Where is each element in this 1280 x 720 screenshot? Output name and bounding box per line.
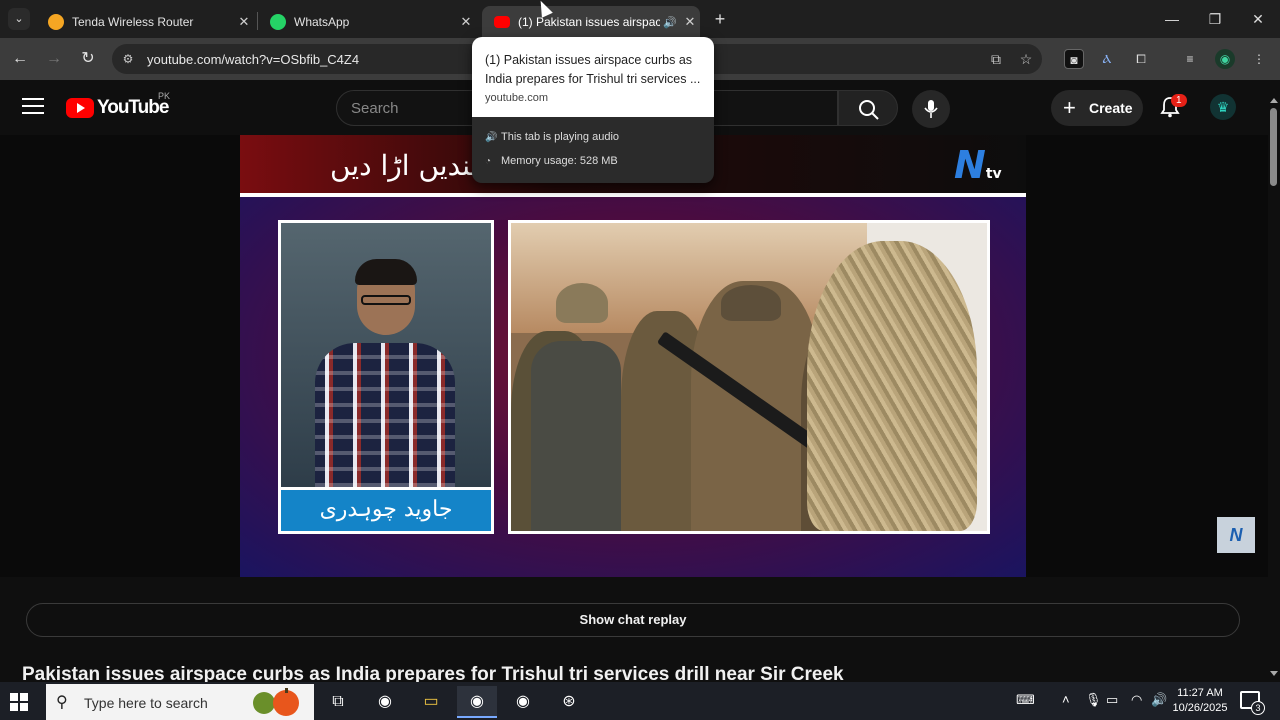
notification-count-badge: 3 — [1251, 701, 1265, 715]
taskbar-search-placeholder: Type here to search — [84, 695, 208, 711]
profile-avatar-icon[interactable]: ◉ — [1215, 49, 1235, 69]
reload-button[interactable]: ↻ — [76, 47, 100, 71]
hover-card-title: (1) Pakistan issues airspace curbs as In… — [485, 53, 701, 86]
chrome-active-taskbar-icon[interactable]: ◉ — [457, 686, 497, 718]
video-frame[interactable]: پاک بحریہ ... سندیں اڑا دیں Ntv جاوید چو… — [240, 135, 1026, 577]
channel-logo: Ntv — [954, 143, 1002, 187]
memory-usage-row: ◔ Memory usage: 528 MB — [485, 155, 618, 167]
volume-icon[interactable]: 🔊 — [1151, 692, 1167, 708]
country-code: PK — [158, 91, 171, 101]
news-photo — [508, 220, 990, 534]
minimize-button[interactable]: — — [1152, 6, 1192, 32]
tab-title: Tenda Wireless Router — [72, 15, 194, 29]
keyboard-icon[interactable]: ⌨ — [1016, 692, 1035, 708]
checked-shirt — [315, 343, 455, 503]
menu-icon[interactable] — [22, 98, 44, 116]
tab-hover-card: (1) Pakistan issues airspace curbs as In… — [472, 37, 714, 183]
anchor-panel: جاوید چوہدری — [278, 220, 494, 534]
wifi-icon[interactable]: ◠ — [1131, 692, 1142, 708]
tab-whatsapp[interactable]: WhatsApp ✕ — [258, 6, 476, 38]
channel-logo-letter: N — [954, 143, 986, 187]
notification-badge: 1 — [1171, 94, 1187, 107]
scroll-down-arrow[interactable] — [1270, 671, 1278, 676]
site-info-icon[interactable]: ⚙ — [120, 51, 136, 67]
extensions-puzzle-icon[interactable]: ⧠ — [1131, 49, 1151, 69]
search-placeholder: Search — [351, 100, 399, 117]
tenda-icon — [48, 14, 64, 30]
create-label: Create — [1089, 100, 1133, 116]
hover-card-domain: youtube.com — [485, 92, 548, 104]
search-icon — [859, 100, 879, 120]
ghillie-suit-figure — [807, 241, 977, 531]
plus-icon: + — [1063, 95, 1076, 120]
anchor-hair — [355, 259, 417, 285]
microphone-icon — [924, 100, 938, 118]
battery-icon[interactable]: ▭ — [1106, 692, 1118, 708]
windows-taskbar: ⚲ Type here to search ⧉ ◉ ▭ ◉ ◉ ⊛ ⌨ ˄ 🎙 … — [0, 682, 1280, 720]
whatsapp-icon — [270, 14, 286, 30]
video-player[interactable]: پاک بحریہ ... سندیں اڑا دیں Ntv جاوید چو… — [0, 135, 1268, 577]
channel-logo-suffix: tv — [985, 166, 1002, 182]
voice-search-button[interactable] — [912, 90, 950, 128]
youtube-logo[interactable]: YouTube PK — [66, 91, 170, 119]
memory-gauge-icon: ◔ — [485, 156, 492, 167]
close-tab-icon[interactable]: ✕ — [456, 14, 476, 30]
file-explorer-icon[interactable]: ▭ — [411, 686, 451, 718]
chrome-profile-taskbar-icon[interactable]: ◉ — [503, 686, 543, 718]
helmet — [721, 285, 781, 321]
tab-title: (1) Pakistan issues airspace — [518, 15, 660, 29]
anchor-figure — [315, 259, 455, 503]
close-tab-icon[interactable]: ✕ — [680, 14, 700, 30]
app-taskbar-icon[interactable]: ⊛ — [549, 686, 589, 718]
extension-a-icon[interactable]: Ⲁ — [1097, 49, 1117, 69]
cap — [556, 283, 608, 323]
anchor-name-caption: جاوید چوہدری — [281, 487, 491, 531]
tab-youtube[interactable]: (1) Pakistan issues airspace 🔊 ✕ — [482, 6, 700, 38]
audio-status-text: This tab is playing audio — [501, 131, 620, 143]
task-view-icon[interactable]: ⧉ — [318, 686, 358, 718]
search-highlight-fruit-icon — [253, 688, 299, 716]
chrome-taskbar-icon[interactable]: ◉ — [365, 686, 405, 718]
memory-usage-text: Memory usage: 528 MB — [501, 155, 618, 167]
scroll-up-arrow[interactable] — [1270, 98, 1278, 103]
microphone-tray-icon[interactable]: 🎙 — [1085, 692, 1102, 708]
maximize-button[interactable]: ❐ — [1195, 6, 1235, 32]
back-button[interactable]: ← — [8, 47, 32, 71]
new-tab-button[interactable]: + — [708, 8, 732, 32]
show-chat-replay-button[interactable]: Show chat replay — [26, 603, 1240, 637]
show-hidden-icons-icon[interactable]: ˄ — [1062, 692, 1070, 707]
tab-search-button[interactable]: ⌄ — [8, 8, 30, 30]
clock-time: 11:27 AM — [1177, 687, 1223, 699]
tab-title: WhatsApp — [294, 15, 350, 29]
search-button[interactable] — [838, 90, 898, 126]
search-icon: ⚲ — [56, 694, 68, 711]
speaker-icon[interactable]: 🔊 — [660, 16, 680, 29]
official-figure — [531, 341, 621, 531]
bookmark-star-icon[interactable]: ☆ — [1017, 50, 1035, 68]
taskbar-search-input[interactable]: ⚲ Type here to search — [46, 684, 314, 720]
windows-start-icon[interactable] — [10, 693, 28, 711]
url-text[interactable]: youtube.com/watch?v=OSbfib_C4Z4 — [147, 52, 359, 67]
scrollbar-thumb[interactable] — [1270, 108, 1277, 186]
speaker-icon: 🔊 — [485, 132, 498, 143]
channel-watermark[interactable]: N — [1217, 517, 1255, 553]
chrome-menu-icon[interactable]: ⋮ — [1249, 49, 1269, 69]
clock-date: 10/26/2025 — [1172, 702, 1228, 714]
close-window-button[interactable]: ✕ — [1238, 6, 1278, 32]
create-button[interactable]: + Create — [1051, 90, 1143, 126]
youtube-play-icon — [66, 98, 94, 118]
glasses — [361, 295, 411, 305]
forward-button[interactable]: → — [42, 47, 66, 71]
youtube-icon — [494, 16, 510, 28]
tab-tenda[interactable]: Tenda Wireless Router ✕ — [36, 6, 254, 38]
media-controls-icon[interactable]: ≡ — [1180, 49, 1200, 69]
account-avatar[interactable]: ♛ — [1210, 94, 1236, 120]
tab-strip: ⌄ Tenda Wireless Router ✕ WhatsApp ✕ (1)… — [0, 0, 1280, 38]
close-tab-icon[interactable]: ✕ — [234, 14, 254, 30]
install-app-icon[interactable]: ⧉ — [987, 50, 1005, 68]
system-clock[interactable]: 11:27 AM 10/26/2025 — [1170, 686, 1230, 716]
audio-status-row: 🔊 This tab is playing audio — [485, 131, 619, 143]
extension-icon[interactable]: ◙ — [1064, 49, 1084, 69]
